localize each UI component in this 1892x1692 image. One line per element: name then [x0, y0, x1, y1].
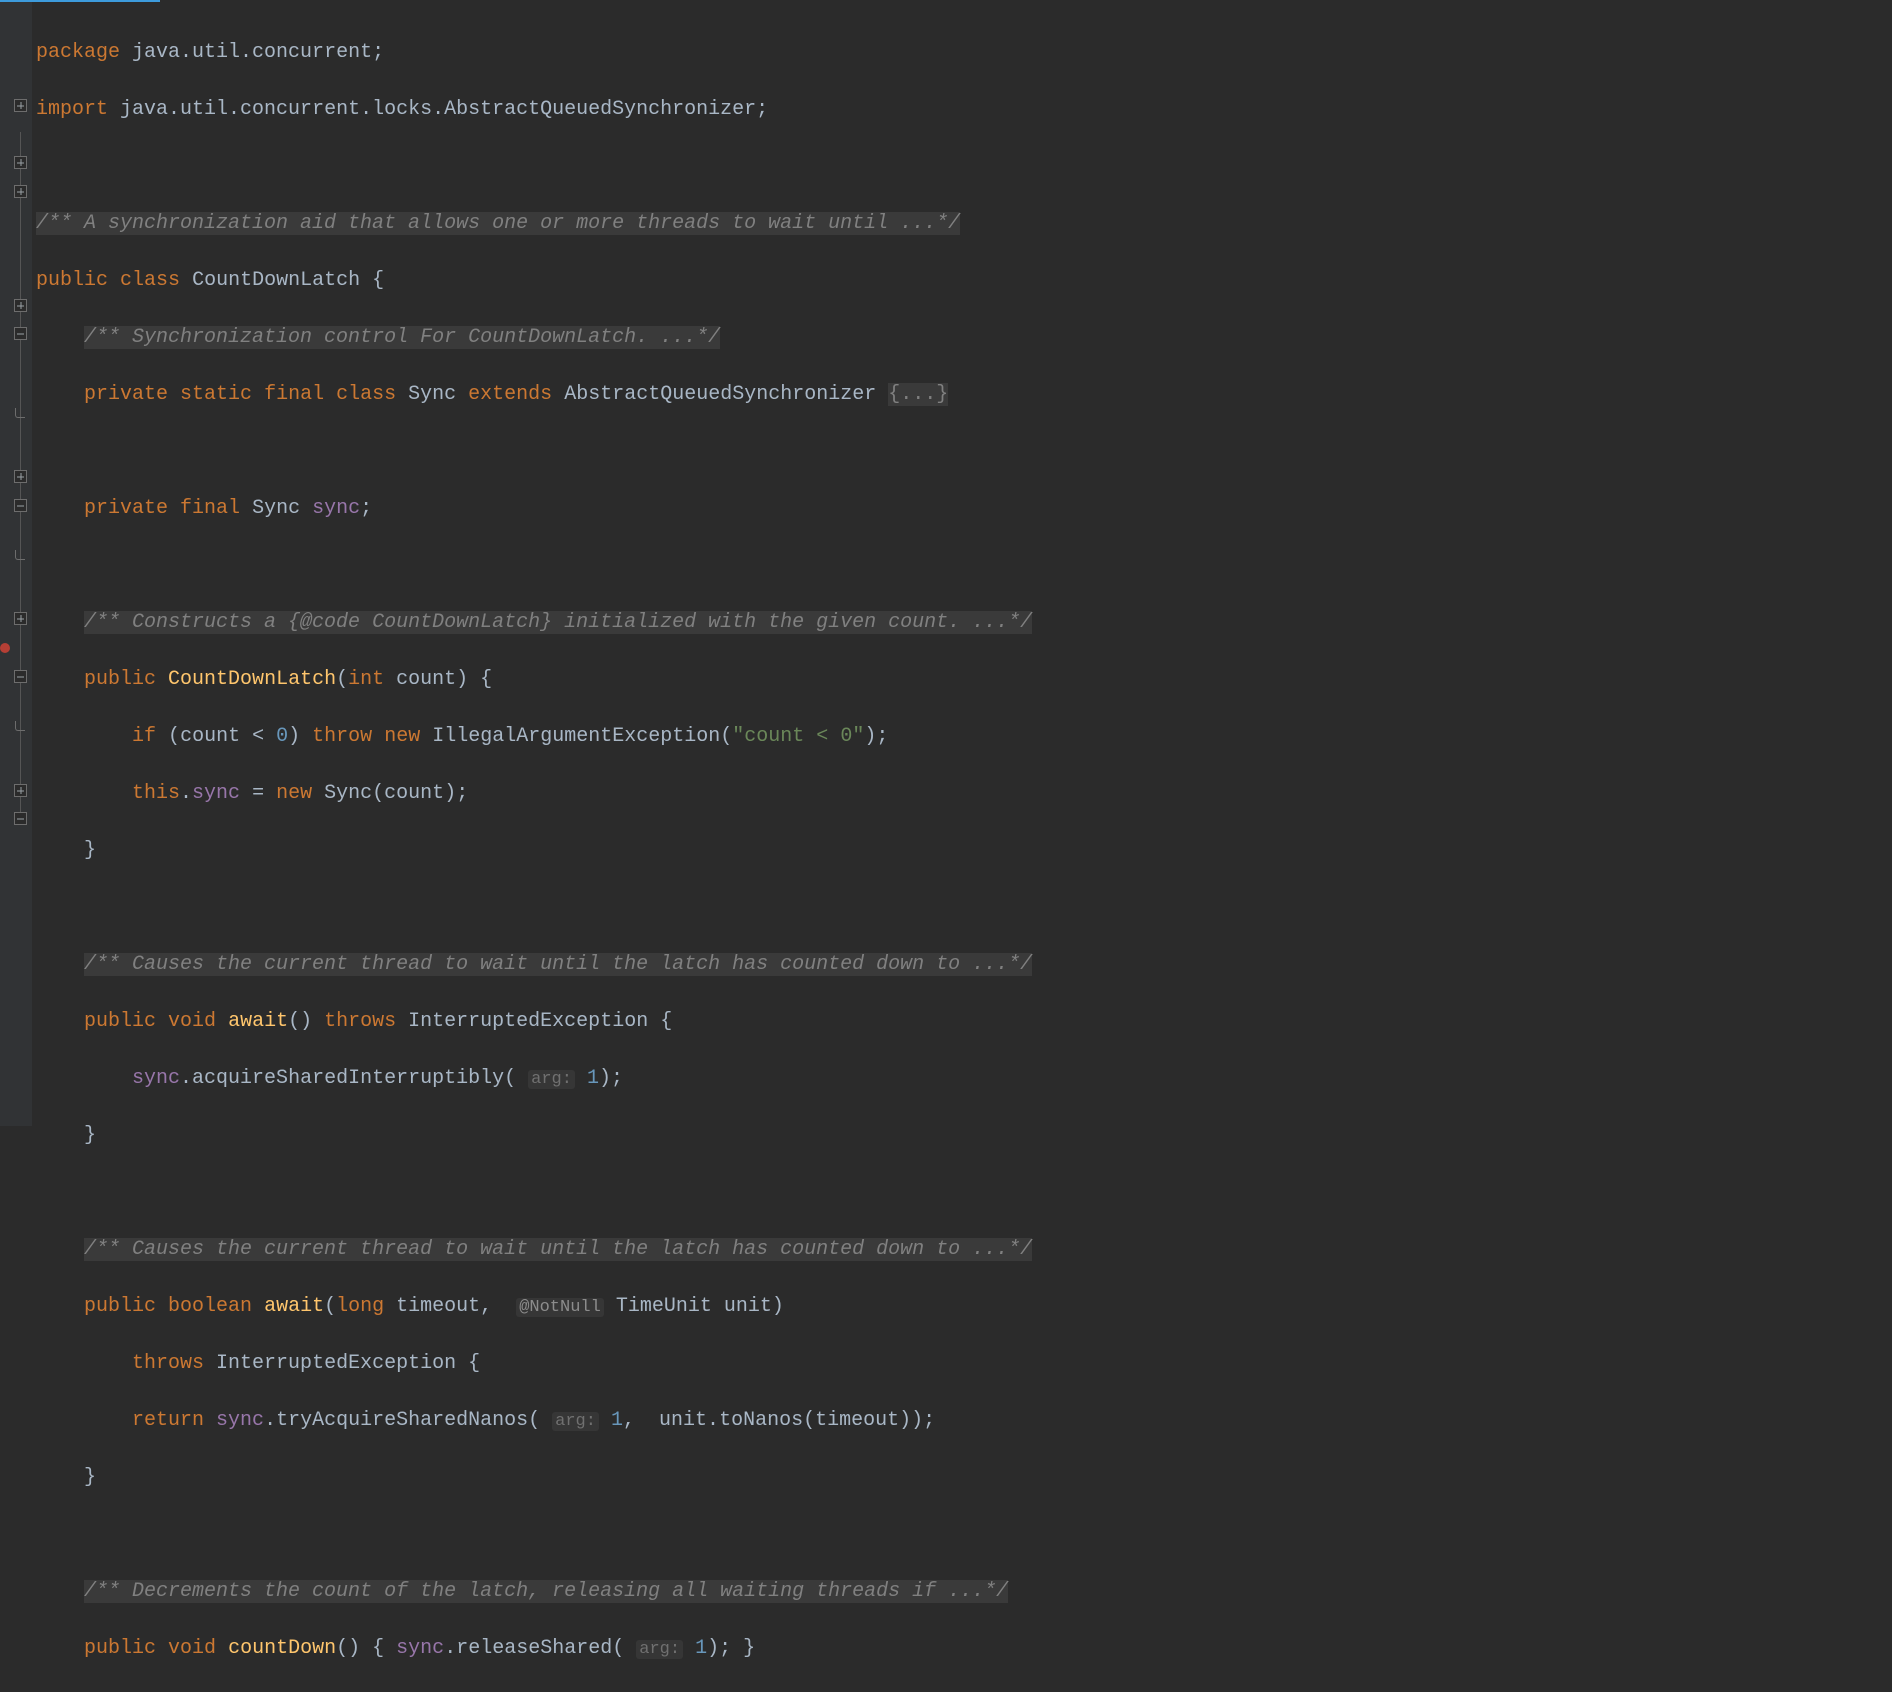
- code-line: public void countDown() { sync.releaseSh…: [36, 1635, 1032, 1664]
- code-line: /** Decrements the count of the latch, r…: [36, 1578, 1032, 1607]
- code-editor[interactable]: package java.util.concurrent; import jav…: [36, 10, 1032, 1692]
- javadoc-comment: /** Causes the current thread to wait un…: [84, 953, 1032, 976]
- javadoc-comment: /** Synchronization control For CountDow…: [84, 326, 720, 349]
- javadoc-comment: /** Decrements the count of the latch, r…: [84, 1580, 1008, 1603]
- fold-end-icon: [15, 554, 26, 565]
- code-line: /** Causes the current thread to wait un…: [36, 1236, 1032, 1265]
- code-line: }: [36, 1464, 1032, 1493]
- code-line: sync.acquireSharedInterruptibly( arg: 1)…: [36, 1065, 1032, 1094]
- javadoc-comment: /** A synchronization aid that allows on…: [36, 212, 960, 235]
- fold-column: [14, 2, 30, 1126]
- code-line: public class CountDownLatch {: [36, 267, 1032, 296]
- fold-toggle-await[interactable]: [14, 499, 27, 512]
- fold-toggle-inner-comment[interactable]: [14, 156, 27, 169]
- fold-toggle-sync-class[interactable]: [14, 185, 27, 198]
- code-line: /** Constructs a {@code CountDownLatch} …: [36, 609, 1032, 638]
- code-line: import java.util.concurrent.locks.Abstra…: [36, 96, 1032, 125]
- code-line: package java.util.concurrent;: [36, 39, 1032, 68]
- code-line: [36, 153, 1032, 182]
- parameter-hint: arg:: [528, 1070, 575, 1089]
- javadoc-comment: /** Constructs a {@code CountDownLatch} …: [84, 611, 1032, 634]
- code-line: return sync.tryAcquireSharedNanos( arg: …: [36, 1407, 1032, 1436]
- code-line: if (count < 0) throw new IllegalArgument…: [36, 723, 1032, 752]
- fold-toggle-countdown-comment[interactable]: [14, 784, 27, 797]
- code-line: }: [36, 1122, 1032, 1151]
- fold-toggle-await2-comment[interactable]: [14, 612, 27, 625]
- fold-toggle-await2[interactable]: [14, 670, 27, 683]
- code-line: public CountDownLatch(int count) {: [36, 666, 1032, 695]
- code-line: [36, 894, 1032, 923]
- code-line: /** A synchronization aid that allows on…: [36, 210, 1032, 239]
- fold-end-icon: [15, 725, 26, 736]
- folded-region[interactable]: {...}: [888, 383, 948, 406]
- code-line: private final Sync sync;: [36, 495, 1032, 524]
- code-line: /** Synchronization control For CountDow…: [36, 324, 1032, 353]
- code-line: [36, 1521, 1032, 1550]
- code-line: [36, 1179, 1032, 1208]
- code-line: private static final class Sync extends …: [36, 381, 1032, 410]
- code-line: this.sync = new Sync(count);: [36, 780, 1032, 809]
- fold-toggle-ctor-comment[interactable]: [14, 299, 27, 312]
- code-line: throws InterruptedException {: [36, 1350, 1032, 1379]
- code-line: /** Causes the current thread to wait un…: [36, 951, 1032, 980]
- parameter-hint: arg:: [636, 1640, 683, 1659]
- fold-toggle-await-comment[interactable]: [14, 470, 27, 483]
- fold-end-icon: [15, 412, 26, 423]
- code-line: }: [36, 837, 1032, 866]
- code-line: public boolean await(long timeout, @NotN…: [36, 1293, 1032, 1322]
- code-line: public void await() throws InterruptedEx…: [36, 1008, 1032, 1037]
- fold-toggle-countdown[interactable]: [14, 812, 27, 825]
- annotation-hint: @NotNull: [516, 1298, 604, 1317]
- code-line: [36, 438, 1032, 467]
- fold-toggle-ctor[interactable]: [14, 327, 27, 340]
- fold-toggle-class-comment[interactable]: [14, 99, 27, 112]
- parameter-hint: arg:: [552, 1412, 599, 1431]
- javadoc-comment: /** Causes the current thread to wait un…: [84, 1238, 1032, 1261]
- gutter-error-icon[interactable]: [0, 643, 10, 653]
- code-line: [36, 552, 1032, 581]
